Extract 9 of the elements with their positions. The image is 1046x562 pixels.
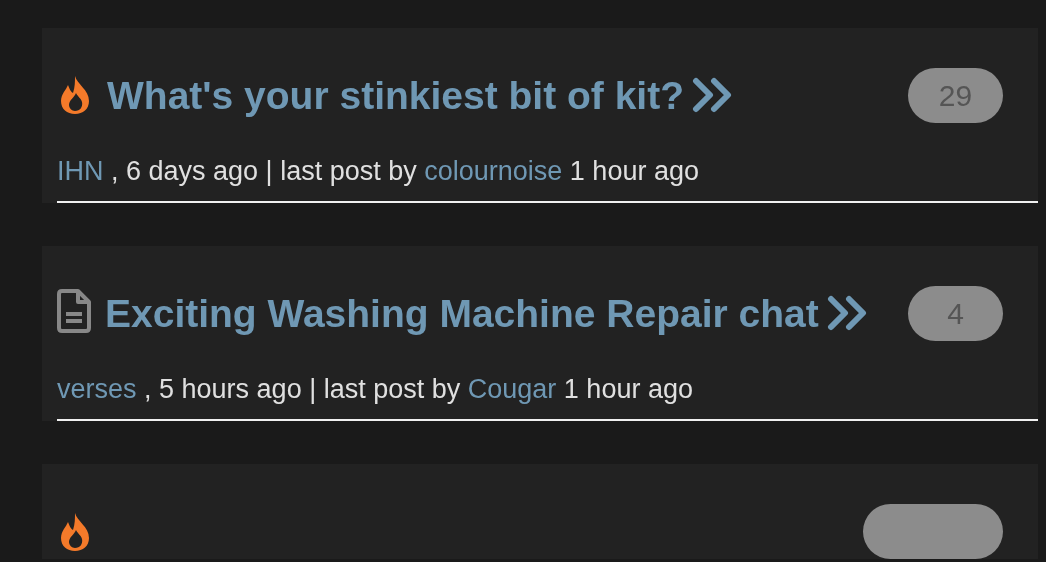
topic-meta: verses , 5 hours ago | last post by Cougar 1 hour ago xyxy=(57,371,1038,421)
topic-title-link[interactable]: What's your stinkiest bit of kit? xyxy=(107,73,684,117)
last-poster-link[interactable]: Cougar xyxy=(467,374,557,404)
topic-meta: IHN , 6 days ago | last post by colournoise 1 hour ago xyxy=(57,153,1038,203)
author-link[interactable]: verses xyxy=(57,374,137,404)
document-icon xyxy=(57,288,91,333)
topic-title-link[interactable]: Exciting Washing Machine Repair chat xyxy=(105,291,819,335)
author-link[interactable]: IHN xyxy=(57,156,104,186)
last-poster-link[interactable]: colournoise xyxy=(424,156,563,186)
